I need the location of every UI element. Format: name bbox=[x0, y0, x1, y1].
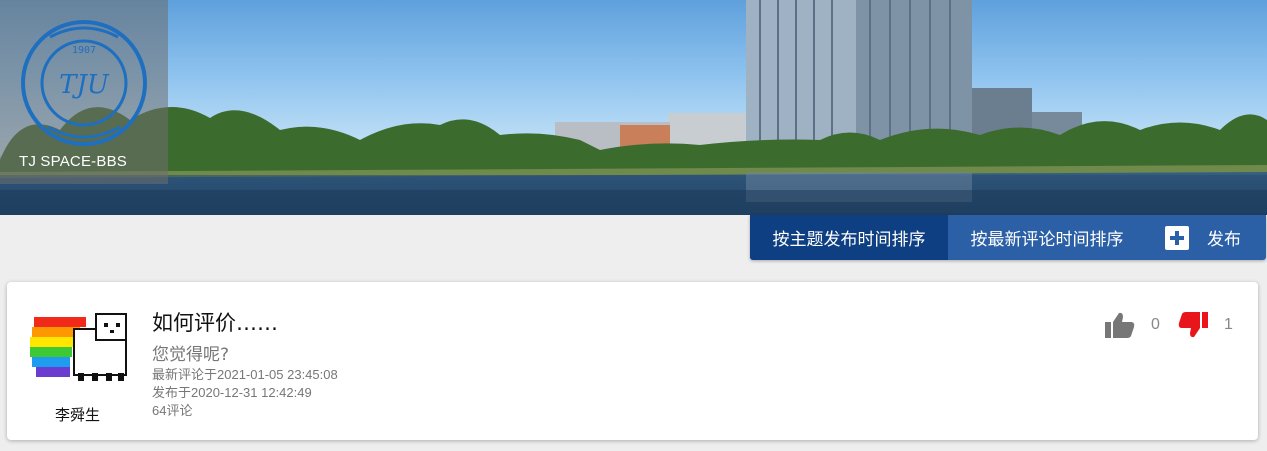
svg-text:1907: 1907 bbox=[72, 45, 96, 56]
logo[interactable]: 1907 TJU TJ SPACE-BBS bbox=[0, 0, 168, 184]
latest-comment-time: 最新评论于2021-01-05 23:45:08 bbox=[152, 367, 338, 382]
campus-photo bbox=[0, 0, 1267, 215]
thumb-up-icon bbox=[1105, 312, 1135, 338]
post-summary: 您觉得呢? bbox=[152, 345, 230, 365]
add-box-icon bbox=[1165, 225, 1189, 250]
post-card[interactable]: 李舜生 如何评价…… 您觉得呢? 最新评论于2021-01-05 23:45:0… bbox=[7, 282, 1258, 440]
sort-by-latest-comment-button[interactable]: 按最新评论时间排序 bbox=[948, 215, 1146, 260]
new-post-label: 发布 bbox=[1207, 230, 1241, 250]
dislike-count: 1 bbox=[1224, 316, 1233, 333]
dislike-button[interactable]: 1 bbox=[1178, 312, 1233, 338]
new-post-button[interactable]: 发布 bbox=[1146, 215, 1266, 260]
header-banner: 1907 TJU TJ SPACE-BBS bbox=[0, 0, 1267, 215]
post-title[interactable]: 如何评价…… bbox=[152, 307, 278, 337]
published-time: 发布于2020-12-31 12:42:49 bbox=[152, 385, 312, 400]
site-title: TJ SPACE-BBS bbox=[19, 153, 127, 170]
like-count: 0 bbox=[1151, 316, 1160, 333]
sort-by-post-time-button[interactable]: 按主题发布时间排序 bbox=[750, 215, 948, 260]
comment-count: 64评论 bbox=[152, 403, 193, 418]
avatar[interactable] bbox=[30, 311, 130, 383]
svg-text:TJU: TJU bbox=[59, 70, 110, 100]
author-name[interactable]: 李舜生 bbox=[55, 404, 100, 425]
like-button[interactable]: 0 bbox=[1105, 312, 1160, 338]
thumb-down-icon bbox=[1178, 312, 1208, 338]
sort-toolbar: 按主题发布时间排序 按最新评论时间排序 发布 bbox=[750, 215, 1266, 260]
tongji-seal-icon: 1907 TJU bbox=[21, 20, 147, 146]
